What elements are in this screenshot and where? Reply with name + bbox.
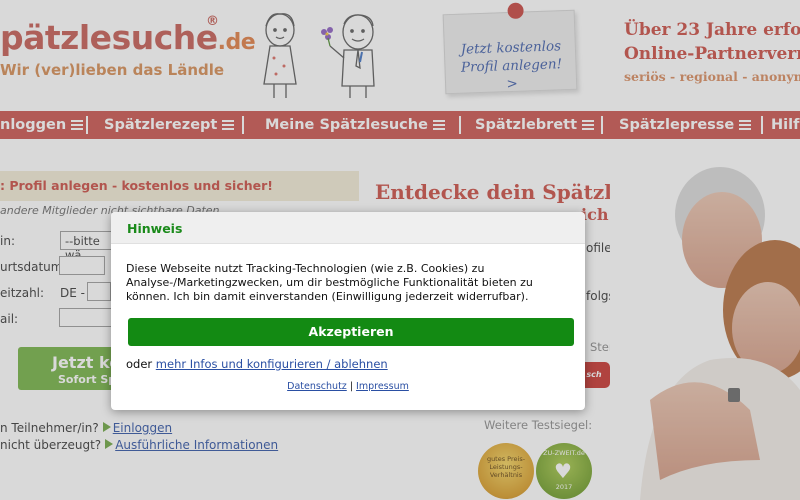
configure-link[interactable]: mehr Infos und konfigurieren / ablehnen <box>156 357 388 371</box>
imprint-link[interactable]: Impressum <box>356 381 409 392</box>
or-text: oder <box>126 357 153 371</box>
accept-button[interactable]: Akzeptieren <box>128 318 574 346</box>
more-info-line: oder mehr Infos und konfigurieren / able… <box>126 357 388 371</box>
page: pätzlesuche.de ® Wir (ver)lieben das Länd… <box>0 0 800 500</box>
cookie-consent-dialog: Hinweis Diese Webseite nutzt Tracking-Te… <box>111 212 585 410</box>
dialog-footer: Datenschutz | Impressum <box>111 381 585 392</box>
dialog-title: Hinweis <box>127 221 183 236</box>
dialog-header: Hinweis <box>111 212 585 244</box>
dialog-message: Diese Webseite nutzt Tracking-Technologi… <box>126 262 533 303</box>
footer-separator: | <box>349 381 354 392</box>
privacy-link[interactable]: Datenschutz <box>287 381 347 392</box>
